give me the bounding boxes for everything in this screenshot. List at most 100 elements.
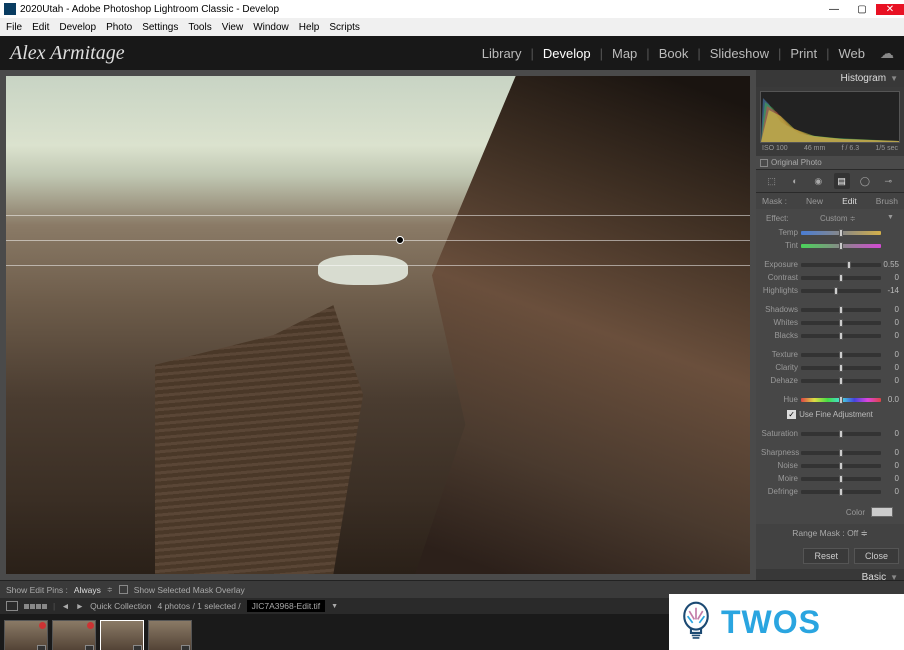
slider-track[interactable] bbox=[801, 451, 881, 455]
maximize-button[interactable]: ▢ bbox=[848, 4, 876, 15]
slider-track[interactable] bbox=[801, 353, 881, 357]
thumbnail[interactable] bbox=[148, 620, 192, 650]
slider-temp[interactable]: Temp bbox=[761, 227, 899, 238]
histogram-graph[interactable] bbox=[760, 91, 900, 143]
slider-track[interactable] bbox=[801, 263, 881, 267]
checkbox-icon[interactable] bbox=[760, 159, 768, 167]
menu-edit[interactable]: Edit bbox=[28, 22, 53, 33]
thumbnail[interactable] bbox=[4, 620, 48, 650]
slider-track[interactable] bbox=[801, 308, 881, 312]
menu-help[interactable]: Help bbox=[295, 22, 324, 33]
slider-track[interactable] bbox=[801, 379, 881, 383]
show-edit-pins-value[interactable]: Always bbox=[74, 585, 101, 595]
slider-track[interactable] bbox=[801, 432, 881, 436]
slider-track[interactable] bbox=[801, 366, 881, 370]
slider-tint[interactable]: Tint bbox=[761, 240, 899, 251]
close-button[interactable]: ✕ bbox=[876, 4, 904, 15]
menu-scripts[interactable]: Scripts bbox=[325, 22, 364, 33]
menu-photo[interactable]: Photo bbox=[102, 22, 136, 33]
grid-view-icon[interactable] bbox=[24, 604, 47, 609]
cloud-sync-icon[interactable]: ☁ bbox=[880, 45, 894, 62]
use-fine-adjustment[interactable]: ✓ Use Fine Adjustment bbox=[761, 407, 899, 422]
photo-canvas[interactable] bbox=[6, 76, 750, 574]
crop-tool-icon[interactable]: ⬚ bbox=[764, 173, 780, 189]
checkbox-checked-icon[interactable]: ✓ bbox=[787, 410, 796, 419]
slider-exposure[interactable]: Exposure0.55 bbox=[761, 259, 899, 270]
reset-button[interactable]: Reset bbox=[803, 548, 849, 564]
redeye-tool-icon[interactable]: ◉ bbox=[810, 173, 826, 189]
slider-texture[interactable]: Texture0 bbox=[761, 349, 899, 360]
second-window-icon[interactable] bbox=[6, 601, 18, 611]
module-web[interactable]: Web bbox=[830, 46, 875, 61]
slider-track[interactable] bbox=[801, 244, 881, 248]
mask-mode-edit[interactable]: Edit bbox=[842, 196, 857, 206]
mask-mode-brush[interactable]: Brush bbox=[876, 196, 898, 206]
show-edit-pins-label: Show Edit Pins : bbox=[6, 585, 68, 595]
menu-file[interactable]: File bbox=[2, 22, 26, 33]
effect-row[interactable]: Effect: Custom ≑ ▼ bbox=[761, 212, 899, 225]
mask-mode-new[interactable]: New bbox=[806, 196, 823, 206]
gradient-line-bottom[interactable] bbox=[6, 265, 750, 266]
slider-track[interactable] bbox=[801, 477, 881, 481]
minimize-button[interactable]: — bbox=[820, 4, 848, 15]
slider-whites[interactable]: Whites0 bbox=[761, 317, 899, 328]
slider-saturation[interactable]: Saturation0 bbox=[761, 428, 899, 439]
slider-defringe[interactable]: Defringe0 bbox=[761, 486, 899, 497]
photo-water bbox=[318, 255, 407, 285]
panel-collapse-icon[interactable]: ▼ bbox=[887, 214, 894, 223]
original-photo-toggle[interactable]: Original Photo bbox=[756, 156, 904, 169]
spot-tool-icon[interactable]: ◐ bbox=[787, 173, 803, 189]
slider-track[interactable] bbox=[801, 398, 881, 402]
slider-moire[interactable]: Moire0 bbox=[761, 473, 899, 484]
gradient-tool-icon[interactable]: ▤ bbox=[834, 173, 850, 189]
color-swatch[interactable] bbox=[871, 507, 893, 517]
slider-track[interactable] bbox=[801, 289, 881, 293]
collection-name[interactable]: Quick Collection bbox=[90, 601, 151, 611]
slider-shadows[interactable]: Shadows0 bbox=[761, 304, 899, 315]
slider-track[interactable] bbox=[801, 490, 881, 494]
module-print[interactable]: Print bbox=[781, 46, 826, 61]
slider-track[interactable] bbox=[801, 464, 881, 468]
adjustment-pin[interactable] bbox=[396, 236, 404, 244]
menu-tools[interactable]: Tools bbox=[184, 22, 215, 33]
menu-develop[interactable]: Develop bbox=[55, 22, 100, 33]
nav-fwd-icon[interactable]: ► bbox=[76, 601, 84, 611]
module-map[interactable]: Map bbox=[603, 46, 646, 61]
histogram-header[interactable]: Histogram ▼ bbox=[756, 70, 904, 87]
slider-highlights[interactable]: Highlights-14 bbox=[761, 285, 899, 296]
slider-sharpness[interactable]: Sharpness0 bbox=[761, 447, 899, 458]
basic-panel-header[interactable]: Basic ▼ bbox=[756, 569, 904, 580]
slider-track[interactable] bbox=[801, 231, 881, 235]
slider-hue[interactable]: Hue 0.0 bbox=[761, 394, 899, 405]
mask-overlay-checkbox[interactable] bbox=[119, 585, 128, 594]
gradient-line-mid[interactable] bbox=[6, 240, 750, 241]
close-panel-button[interactable]: Close bbox=[854, 548, 899, 564]
slider-blacks[interactable]: Blacks0 bbox=[761, 330, 899, 341]
brush-tool-icon[interactable]: ⊸ bbox=[880, 173, 896, 189]
gradient-line-top[interactable] bbox=[6, 215, 750, 216]
thumbnail[interactable] bbox=[52, 620, 96, 650]
chevron-down-icon: ▼ bbox=[890, 573, 898, 580]
module-slideshow[interactable]: Slideshow bbox=[701, 46, 778, 61]
range-mask-row[interactable]: Range Mask : Off ≑ bbox=[756, 524, 904, 543]
identity-plate[interactable]: Alex Armitage bbox=[10, 42, 125, 65]
slider-dehaze[interactable]: Dehaze0 bbox=[761, 375, 899, 386]
slider-noise[interactable]: Noise0 bbox=[761, 460, 899, 471]
radial-tool-icon[interactable]: ◯ bbox=[857, 173, 873, 189]
image-viewer[interactable] bbox=[0, 70, 756, 580]
menu-settings[interactable]: Settings bbox=[138, 22, 182, 33]
module-bar: Alex Armitage Library| Develop| Map| Boo… bbox=[0, 36, 904, 70]
slider-clarity[interactable]: Clarity0 bbox=[761, 362, 899, 373]
window-titlebar: 2020Utah - Adobe Photoshop Lightroom Cla… bbox=[0, 0, 904, 18]
module-book[interactable]: Book bbox=[650, 46, 698, 61]
module-library[interactable]: Library bbox=[473, 46, 531, 61]
thumbnail-selected[interactable] bbox=[100, 620, 144, 650]
slider-track[interactable] bbox=[801, 276, 881, 280]
module-develop[interactable]: Develop bbox=[534, 46, 600, 61]
slider-contrast[interactable]: Contrast0 bbox=[761, 272, 899, 283]
slider-track[interactable] bbox=[801, 321, 881, 325]
nav-back-icon[interactable]: ◄ bbox=[61, 601, 69, 611]
slider-track[interactable] bbox=[801, 334, 881, 338]
menu-window[interactable]: Window bbox=[249, 22, 293, 33]
menu-view[interactable]: View bbox=[218, 22, 248, 33]
